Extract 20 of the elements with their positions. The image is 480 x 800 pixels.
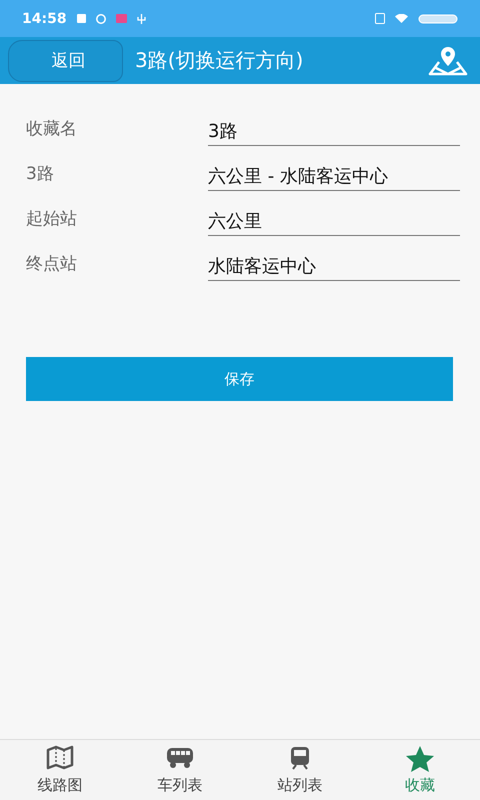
tab[interactable]: 车列表 — [120, 740, 240, 800]
input-field[interactable]: 3路 — [208, 120, 460, 146]
status-time: 14:58 — [22, 10, 67, 26]
field-label: 起始站 — [26, 208, 78, 231]
wifi-icon — [395, 14, 408, 23]
field-label: 收藏名 — [26, 118, 78, 141]
tab[interactable]: 收藏 — [360, 740, 480, 800]
field-label: 终点站 — [26, 253, 78, 276]
input-field[interactable]: 六公里 — [208, 210, 460, 236]
usb-icon — [136, 14, 146, 24]
tab[interactable]: 线路图 — [0, 740, 120, 800]
map-pin-icon[interactable] — [428, 44, 468, 76]
page-title: 3路(切换运行方向) — [135, 47, 304, 74]
battery-icon — [418, 14, 458, 24]
star-icon — [405, 745, 435, 773]
input-field[interactable]: 六公里 - 水陆客运中心 — [208, 165, 460, 191]
field-label: 3路 — [26, 163, 55, 186]
tab[interactable]: 站列表 — [240, 740, 360, 800]
circle-icon — [96, 14, 106, 24]
input-field[interactable]: 水陆客运中心 — [208, 255, 460, 281]
